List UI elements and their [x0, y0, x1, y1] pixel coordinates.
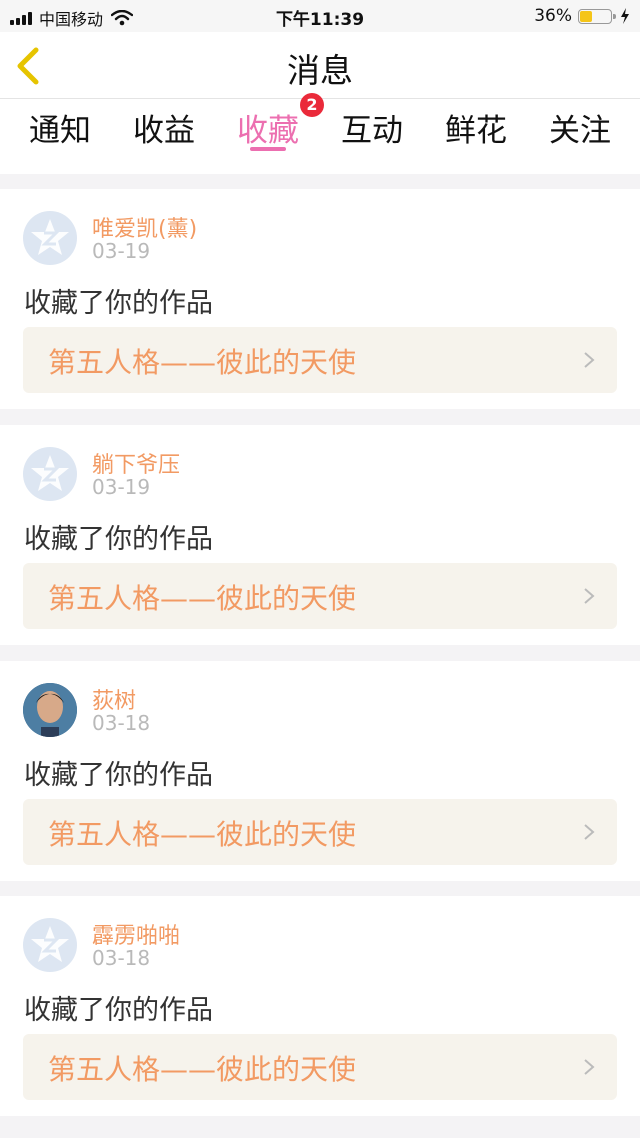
chevron-right-icon — [584, 1059, 595, 1075]
default-avatar-icon[interactable] — [23, 918, 77, 972]
chevron-right-icon — [584, 588, 595, 604]
active-tab-indicator — [250, 147, 286, 151]
status-right: 36% — [534, 6, 630, 26]
work-title: 第五人格——彼此的天使 — [48, 582, 357, 615]
battery-fill — [580, 10, 592, 22]
user-photo[interactable] — [23, 683, 77, 737]
chevron-right-icon — [584, 824, 595, 840]
list-item: 荻树 03-18 收藏了你的作品 第五人格——彼此的天使 — [0, 661, 640, 881]
list-item: 唯爱凯(薰) 03-19 收藏了你的作品 第五人格——彼此的天使 — [0, 189, 640, 409]
work-link[interactable]: 第五人格——彼此的天使 — [23, 799, 617, 865]
status-bar: 中国移动 下午11:39 36% — [0, 0, 640, 32]
work-title: 第五人格——彼此的天使 — [48, 346, 357, 379]
work-link[interactable]: 第五人格——彼此的天使 — [23, 327, 617, 393]
default-avatar-icon[interactable] — [23, 447, 77, 501]
page-title: 消息 — [287, 51, 353, 90]
notification-date: 03-19 — [92, 239, 151, 263]
list-item: 霹雳啪啪 03-18 收藏了你的作品 第五人格——彼此的天使 — [0, 896, 640, 1116]
default-avatar-icon[interactable] — [23, 211, 77, 265]
tab-notice[interactable]: 通知 — [18, 105, 102, 150]
navigation-bar: 消息 — [0, 32, 640, 99]
tab-flowers[interactable]: 鲜花 — [434, 105, 518, 150]
tab-follow[interactable]: 关注 — [538, 105, 622, 150]
list-item: 躺下爷压 03-19 收藏了你的作品 第五人格——彼此的天使 — [0, 425, 640, 645]
work-link[interactable]: 第五人格——彼此的天使 — [23, 1034, 617, 1100]
tab-interaction[interactable]: 互动 — [330, 105, 414, 150]
battery-percent: 36% — [534, 6, 572, 26]
work-title: 第五人格——彼此的天使 — [48, 818, 357, 851]
notification-text: 收藏了你的作品 — [24, 995, 213, 1026]
tab-earnings[interactable]: 收益 — [122, 105, 206, 150]
battery-icon — [578, 8, 616, 24]
notification-date: 03-19 — [92, 475, 151, 499]
notification-text: 收藏了你的作品 — [24, 760, 213, 791]
notification-text: 收藏了你的作品 — [24, 288, 213, 319]
chevron-right-icon — [584, 352, 595, 368]
work-link[interactable]: 第五人格——彼此的天使 — [23, 563, 617, 629]
notification-date: 03-18 — [92, 946, 151, 970]
tab-favorites[interactable]: 收藏 — [226, 105, 310, 150]
work-title: 第五人格——彼此的天使 — [48, 1053, 357, 1086]
notification-text: 收藏了你的作品 — [24, 524, 213, 555]
charging-icon — [621, 8, 629, 24]
notification-date: 03-18 — [92, 711, 151, 735]
unread-badge: 2 — [300, 93, 324, 117]
